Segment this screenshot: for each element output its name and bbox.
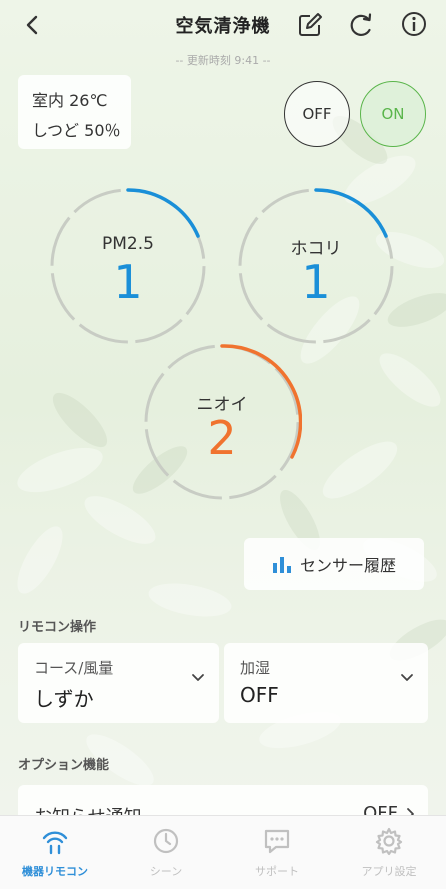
tab-label: 機器リモコン xyxy=(22,865,88,878)
info-icon xyxy=(402,12,426,36)
environment-card: 室内 26℃ しつど 50％ xyxy=(18,75,131,149)
bar-chart-icon xyxy=(272,557,291,573)
humidity-label: しつど xyxy=(32,121,80,140)
remote-section-title: リモコン操作 xyxy=(18,620,97,635)
chevron-down-icon xyxy=(192,674,204,681)
pm25-value: 1 xyxy=(113,255,143,309)
info-button[interactable] xyxy=(400,10,428,38)
temperature-label: 室内 xyxy=(32,91,65,110)
options-section-title: オプション機能 xyxy=(18,758,110,773)
refresh-icon xyxy=(350,13,372,36)
humidify-select[interactable]: 加湿 OFF xyxy=(224,643,428,723)
clock-icon xyxy=(153,828,179,854)
bottom-tab-bar: 機器リモコン シーン サポート アプリ設定 xyxy=(0,815,446,889)
power-off-button[interactable]: OFF xyxy=(284,81,350,147)
odor-gauge: ニオイ 2 xyxy=(142,342,302,502)
tab-label: サポート xyxy=(255,865,299,878)
header-bar: 空気清浄機 xyxy=(0,0,446,50)
humidity-row: しつど 50％ xyxy=(32,117,121,141)
updated-time: -- 更新時刻 9:41 -- xyxy=(175,54,271,67)
dust-value: 1 xyxy=(301,255,331,309)
pm25-label: PM2.5 xyxy=(102,234,154,254)
tab-label: アプリ設定 xyxy=(361,865,417,878)
sensor-history-button[interactable]: センサー履歴 xyxy=(244,538,424,590)
temperature-row: 室内 26℃ xyxy=(32,87,107,111)
chat-bubble-icon xyxy=(264,829,290,854)
odor-value: 2 xyxy=(207,411,237,465)
edit-icon xyxy=(299,13,322,36)
tab-app-settings[interactable]: アプリ設定 xyxy=(334,816,444,889)
course-fan-label: コース/風量 xyxy=(34,659,114,677)
gear-icon xyxy=(375,827,403,856)
course-fan-select[interactable]: コース/風量 しずか xyxy=(18,643,219,723)
tab-scene[interactable]: シーン xyxy=(111,816,221,889)
chevron-down-icon xyxy=(401,674,413,681)
sensor-history-label: センサー履歴 xyxy=(299,556,396,575)
course-fan-value: しずか xyxy=(34,687,94,711)
humidify-value: OFF xyxy=(240,683,279,707)
humidify-label: 加湿 xyxy=(240,659,271,677)
tab-label: シーン xyxy=(149,865,183,878)
page-title: 空気清浄機 xyxy=(175,16,271,37)
power-on-button[interactable]: ON xyxy=(360,81,426,147)
remote-signal-icon xyxy=(42,831,68,855)
tab-support[interactable]: サポート xyxy=(222,816,332,889)
refresh-button[interactable] xyxy=(347,11,375,39)
pm25-gauge: PM2.5 1 xyxy=(48,186,208,346)
humidity-value: 50％ xyxy=(84,121,121,140)
tab-device-remote[interactable]: 機器リモコン xyxy=(0,816,110,889)
dust-gauge: ホコリ 1 xyxy=(236,186,396,346)
edit-button[interactable] xyxy=(296,11,324,39)
temperature-value: 26℃ xyxy=(69,91,108,110)
